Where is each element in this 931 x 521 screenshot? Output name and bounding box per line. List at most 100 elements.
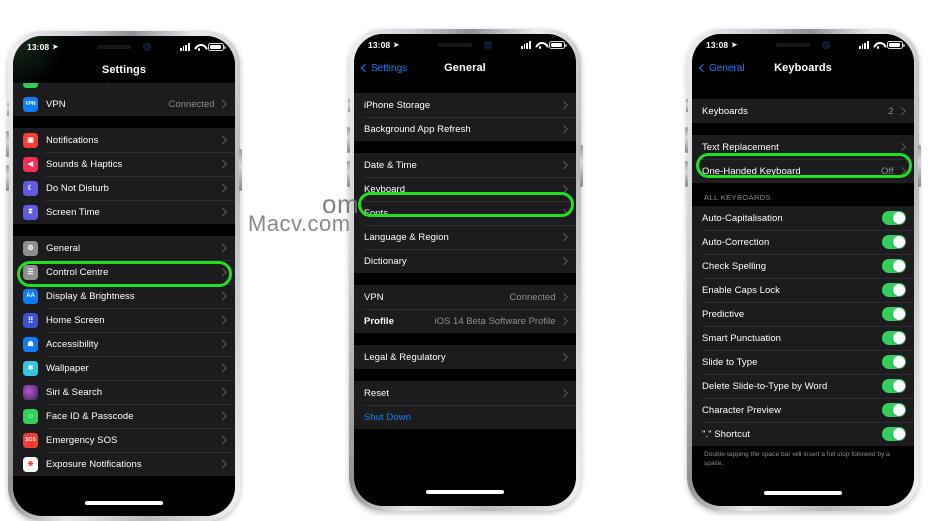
phone-device-settings: 13:08 ➤ Settings Personal Hot [6, 31, 242, 521]
row-vpn[interactable]: VPN Connected [354, 285, 576, 309]
row-accessibility[interactable]: ☗ Accessibility [13, 332, 235, 356]
location-arrow-icon: ➤ [393, 41, 400, 49]
row-display-brightness[interactable]: AA Display & Brightness [13, 284, 235, 308]
row-label: Sounds & Haptics [46, 158, 123, 170]
row-predictive[interactable]: Predictive [692, 302, 914, 326]
row-slide-to-type[interactable]: Slide to Type [692, 350, 914, 374]
row-period-shortcut[interactable]: "." Shortcut [692, 422, 914, 446]
row-one-handed-keyboard[interactable]: One-Handed Keyboard Off [692, 159, 914, 183]
row-fonts[interactable]: Fonts [354, 201, 576, 225]
row-sounds-haptics[interactable]: ◀ Sounds & Haptics [13, 152, 235, 176]
status-bar: 13:08 ➤ [13, 36, 235, 57]
row-label: Reset [364, 387, 390, 399]
row-enable-caps-lock[interactable]: Enable Caps Lock [692, 278, 914, 302]
general-list[interactable]: iPhone Storage Background App Refresh Da… [354, 81, 576, 506]
keyboards-list[interactable]: Keyboards 2 Text Replacement One-Handed … [692, 81, 914, 506]
battery-icon [208, 42, 226, 51]
row-label: Slide to Type [702, 356, 758, 368]
power-button[interactable] [239, 149, 242, 191]
row-vpn[interactable]: VPN VPN Connected [13, 92, 235, 116]
row-label: Notifications [46, 134, 99, 146]
status-time: 13:08 [706, 39, 729, 50]
row-auto-capitalisation[interactable]: Auto-Capitalisation [692, 206, 914, 230]
chevron-right-icon [218, 292, 227, 300]
row-auto-correction[interactable]: Auto-Correction [692, 230, 914, 254]
mute-switch[interactable] [347, 99, 350, 112]
row-general[interactable]: ⚙ General [13, 236, 235, 260]
volume-up-button[interactable] [6, 131, 9, 157]
row-label: Delete Slide-to-Type by Word [702, 380, 828, 392]
row-background-app-refresh[interactable]: Background App Refresh [354, 117, 576, 141]
back-button-general[interactable]: General [698, 63, 745, 74]
row-label: Emergency SOS [46, 434, 118, 446]
row-check-spelling[interactable]: Check Spelling [692, 254, 914, 278]
toggle-enable-caps-lock[interactable] [882, 283, 906, 297]
row-do-not-disturb[interactable]: ☾ Do Not Disturb [13, 176, 235, 200]
status-bar: 13:08 ➤ [354, 34, 576, 55]
toggle-auto-capitalisation[interactable] [882, 211, 906, 225]
settings-list[interactable]: Personal Hotspot VPN VPN Connected [13, 83, 235, 516]
row-dictionary[interactable]: Dictionary [354, 249, 576, 273]
chevron-right-icon [218, 208, 227, 216]
personal-hotspot-icon [23, 83, 38, 88]
chevron-right-icon [559, 209, 568, 217]
row-wallpaper[interactable]: ✻ Wallpaper [13, 356, 235, 380]
toggle-slide-to-type[interactable] [882, 355, 906, 369]
row-face-id-passcode[interactable]: ☺ Face ID & Passcode [13, 404, 235, 428]
power-button[interactable] [918, 145, 921, 187]
nav-bar-general: Settings General [354, 55, 576, 81]
group-keyboard: Date & Time Keyboard Fonts Language & Re… [354, 153, 576, 273]
row-emergency-sos[interactable]: SOS Emergency SOS [13, 428, 235, 452]
row-legal-regulatory[interactable]: Legal & Regulatory [354, 345, 576, 369]
row-keyboards[interactable]: Keyboards 2 [692, 99, 914, 123]
mute-switch[interactable] [685, 99, 688, 112]
volume-down-button[interactable] [685, 161, 688, 187]
row-exposure-notifications[interactable]: ❋ Exposure Notifications [13, 452, 235, 476]
group-storage: iPhone Storage Background App Refresh [354, 93, 576, 141]
row-control-centre[interactable]: ☰ Control Centre [13, 260, 235, 284]
row-date-time[interactable]: Date & Time [354, 153, 576, 177]
row-language-region[interactable]: Language & Region [354, 225, 576, 249]
volume-up-button[interactable] [347, 127, 350, 153]
row-label: Auto-Correction [702, 236, 770, 248]
toggle-check-spelling[interactable] [882, 259, 906, 273]
row-label: Home Screen [46, 314, 105, 326]
toggle-predictive[interactable] [882, 307, 906, 321]
row-delete-slide-to-type-by-word[interactable]: Delete Slide-to-Type by Word [692, 374, 914, 398]
row-character-preview[interactable]: Character Preview [692, 398, 914, 422]
toggle-delete-slide-to-type-by-word[interactable] [882, 379, 906, 393]
toggle-character-preview[interactable] [882, 403, 906, 417]
phone-screen-settings: 13:08 ➤ Settings Personal Hot [13, 36, 235, 516]
chevron-right-icon [559, 257, 568, 265]
volume-up-button[interactable] [685, 127, 688, 153]
volume-down-button[interactable] [6, 165, 9, 191]
row-iphone-storage[interactable]: iPhone Storage [354, 93, 576, 117]
group-legal: Legal & Regulatory [354, 345, 576, 369]
row-text-replacement[interactable]: Text Replacement [692, 135, 914, 159]
toggle-period-shortcut[interactable] [882, 427, 906, 441]
row-value: Connected [509, 291, 556, 303]
chevron-right-icon [559, 293, 568, 301]
mute-switch[interactable] [6, 103, 9, 116]
row-home-screen[interactable]: ⠿ Home Screen [13, 308, 235, 332]
row-shut-down[interactable]: Shut Down [354, 405, 576, 429]
row-keyboard[interactable]: Keyboard [354, 177, 576, 201]
group-text-replacement: Text Replacement One-Handed Keyboard Off [692, 135, 914, 183]
row-smart-punctuation[interactable]: Smart Punctuation [692, 326, 914, 350]
row-notifications[interactable]: ▣ Notifications [13, 128, 235, 152]
row-label: Do Not Disturb [46, 182, 109, 194]
row-profile[interactable]: Profile iOS 14 Beta Software Profile [354, 309, 576, 333]
volume-down-button[interactable] [347, 161, 350, 187]
exposure-notifications-icon: ❋ [23, 456, 38, 472]
back-button-settings[interactable]: Settings [360, 62, 408, 74]
chevron-left-icon [698, 63, 708, 73]
row-label: Check Spelling [702, 260, 767, 272]
row-siri-search[interactable]: Siri & Search [13, 380, 235, 404]
row-screen-time[interactable]: ⧗ Screen Time [13, 200, 235, 224]
back-button-label: Settings [371, 62, 408, 74]
row-label: Keyboards [702, 105, 748, 117]
toggle-smart-punctuation[interactable] [882, 331, 906, 345]
toggle-auto-correction[interactable] [882, 235, 906, 249]
row-reset[interactable]: Reset [354, 381, 576, 405]
power-button[interactable] [580, 145, 583, 187]
